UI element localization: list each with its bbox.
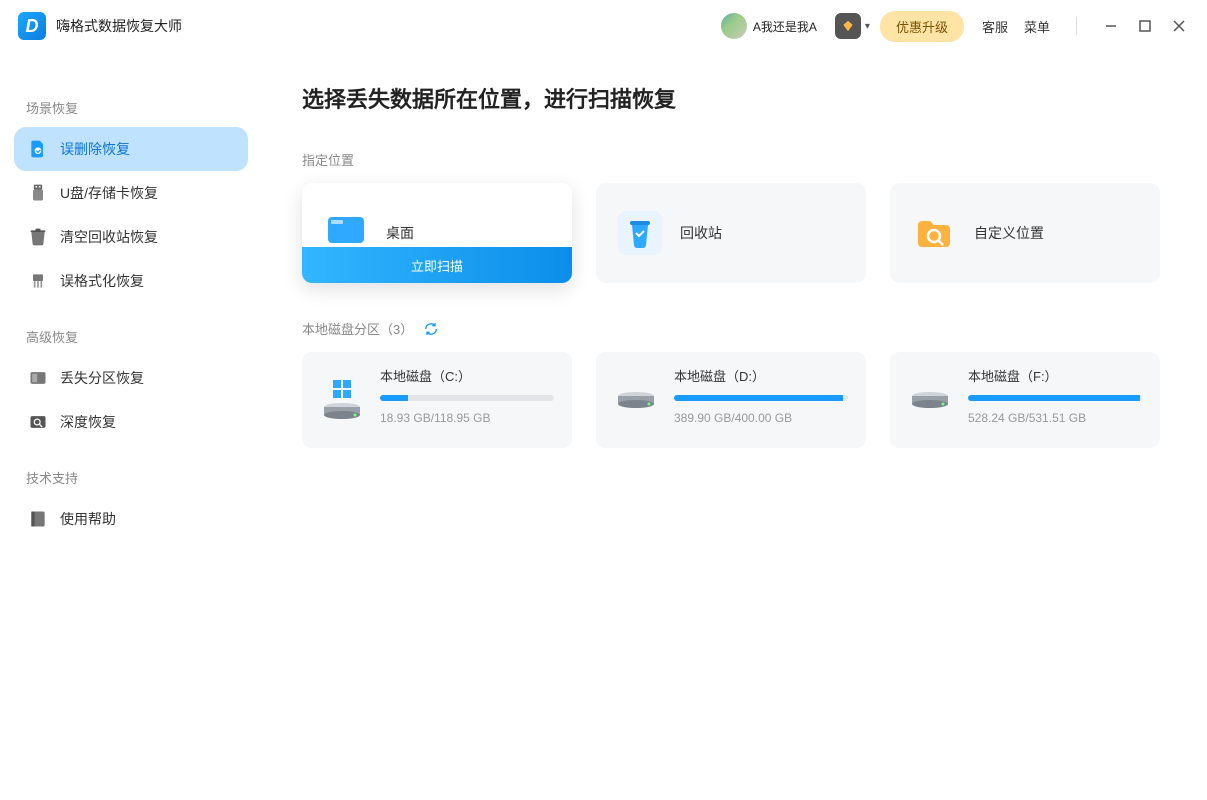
user-chip[interactable]: A我还是我A <box>721 13 817 39</box>
disk-name: 本地磁盘（C:） <box>380 366 554 385</box>
refresh-icon[interactable] <box>423 321 439 337</box>
sidebar-section-advanced: 高级恢复 <box>26 327 248 346</box>
disks-label-text: 本地磁盘分区（3） <box>302 319 413 338</box>
avatar-icon <box>721 13 747 39</box>
sidebar-item-label: 丢失分区恢复 <box>60 368 144 388</box>
sidebar-section-scene: 场景恢复 <box>26 98 248 117</box>
file-recovery-icon <box>28 139 48 159</box>
sidebar: 场景恢复 误删除恢复 U盘/存储卡恢复 清空回收站恢复 <box>0 52 262 800</box>
close-button[interactable] <box>1169 16 1189 36</box>
disk-drive-icon <box>908 366 952 434</box>
location-label: 桌面 <box>386 223 414 243</box>
disk-name: 本地磁盘（D:） <box>674 366 848 385</box>
location-card-recyclebin[interactable]: 回收站 <box>596 183 866 283</box>
scan-now-button[interactable]: 立即扫描 <box>302 247 572 283</box>
location-label: 回收站 <box>680 223 722 243</box>
sidebar-item-label: 清空回收站恢复 <box>60 227 158 247</box>
titlebar-divider <box>1076 17 1077 35</box>
menu-link[interactable]: 菜单 <box>1024 17 1050 36</box>
disk-usage-bar <box>968 395 1142 401</box>
folder-search-icon <box>912 211 956 255</box>
sidebar-item-delete-recovery[interactable]: 误删除恢复 <box>14 127 248 171</box>
support-link[interactable]: 客服 <box>982 17 1008 36</box>
maximize-button[interactable] <box>1135 16 1155 36</box>
sidebar-item-label: 误删除恢复 <box>60 139 130 159</box>
location-label: 自定义位置 <box>974 223 1044 243</box>
sidebar-item-help[interactable]: 使用帮助 <box>14 497 248 541</box>
partition-icon <box>28 368 48 388</box>
locations-section-label: 指定位置 <box>302 150 1167 169</box>
sidebar-item-format-recovery[interactable]: 误格式化恢复 <box>14 259 248 303</box>
disk-card[interactable]: 本地磁盘（D:） 389.90 GB/400.00 GB <box>596 352 866 448</box>
app-title: 嗨格式数据恢复大师 <box>56 16 182 36</box>
disk-size-label: 18.93 GB/118.95 GB <box>380 411 554 425</box>
disk-size-label: 528.24 GB/531.51 GB <box>968 411 1142 425</box>
disk-drive-icon <box>320 366 364 434</box>
location-card-custom[interactable]: 自定义位置 <box>890 183 1160 283</box>
sidebar-item-label: 使用帮助 <box>60 509 116 529</box>
disks-section-label: 本地磁盘分区（3） <box>302 319 1167 338</box>
app-logo-icon: D <box>18 12 46 40</box>
usb-icon <box>28 183 48 203</box>
sidebar-section-support: 技术支持 <box>26 468 248 487</box>
location-card-desktop[interactable]: 桌面 立即扫描 <box>302 183 572 283</box>
book-icon <box>28 509 48 529</box>
disk-card[interactable]: 本地磁盘（F:） 528.24 GB/531.51 GB <box>890 352 1160 448</box>
sidebar-item-label: 误格式化恢复 <box>60 271 144 291</box>
trash-icon <box>28 227 48 247</box>
brush-icon <box>28 271 48 291</box>
disk-usage-bar <box>380 395 554 401</box>
disk-usage-bar <box>674 395 848 401</box>
page-heading: 选择丢失数据所在位置，进行扫描恢复 <box>302 82 1167 114</box>
sidebar-item-usb-recovery[interactable]: U盘/存储卡恢复 <box>14 171 248 215</box>
sidebar-item-label: 深度恢复 <box>60 412 116 432</box>
disk-size-label: 389.90 GB/400.00 GB <box>674 411 848 425</box>
sidebar-item-partition-recovery[interactable]: 丢失分区恢复 <box>14 356 248 400</box>
vip-badge-icon[interactable] <box>835 13 861 39</box>
sidebar-item-label: U盘/存储卡恢复 <box>60 183 158 203</box>
recyclebin-icon <box>618 211 662 255</box>
disk-drive-icon <box>614 366 658 434</box>
vip-dropdown-caret-icon[interactable]: ▾ <box>865 21 870 32</box>
titlebar: D 嗨格式数据恢复大师 A我还是我A ▾ 优惠升级 客服 菜单 <box>0 0 1207 52</box>
sidebar-item-deep-recovery[interactable]: 深度恢复 <box>14 400 248 444</box>
username-label: A我还是我A <box>753 18 817 35</box>
main-panel: 选择丢失数据所在位置，进行扫描恢复 指定位置 桌面 立即扫描 回收站 <box>262 52 1207 800</box>
disk-name: 本地磁盘（F:） <box>968 366 1142 385</box>
search-deep-icon <box>28 412 48 432</box>
disk-card[interactable]: 本地磁盘（C:） 18.93 GB/118.95 GB <box>302 352 572 448</box>
sidebar-item-recyclebin-recovery[interactable]: 清空回收站恢复 <box>14 215 248 259</box>
minimize-button[interactable] <box>1101 16 1121 36</box>
upgrade-button[interactable]: 优惠升级 <box>880 11 964 42</box>
